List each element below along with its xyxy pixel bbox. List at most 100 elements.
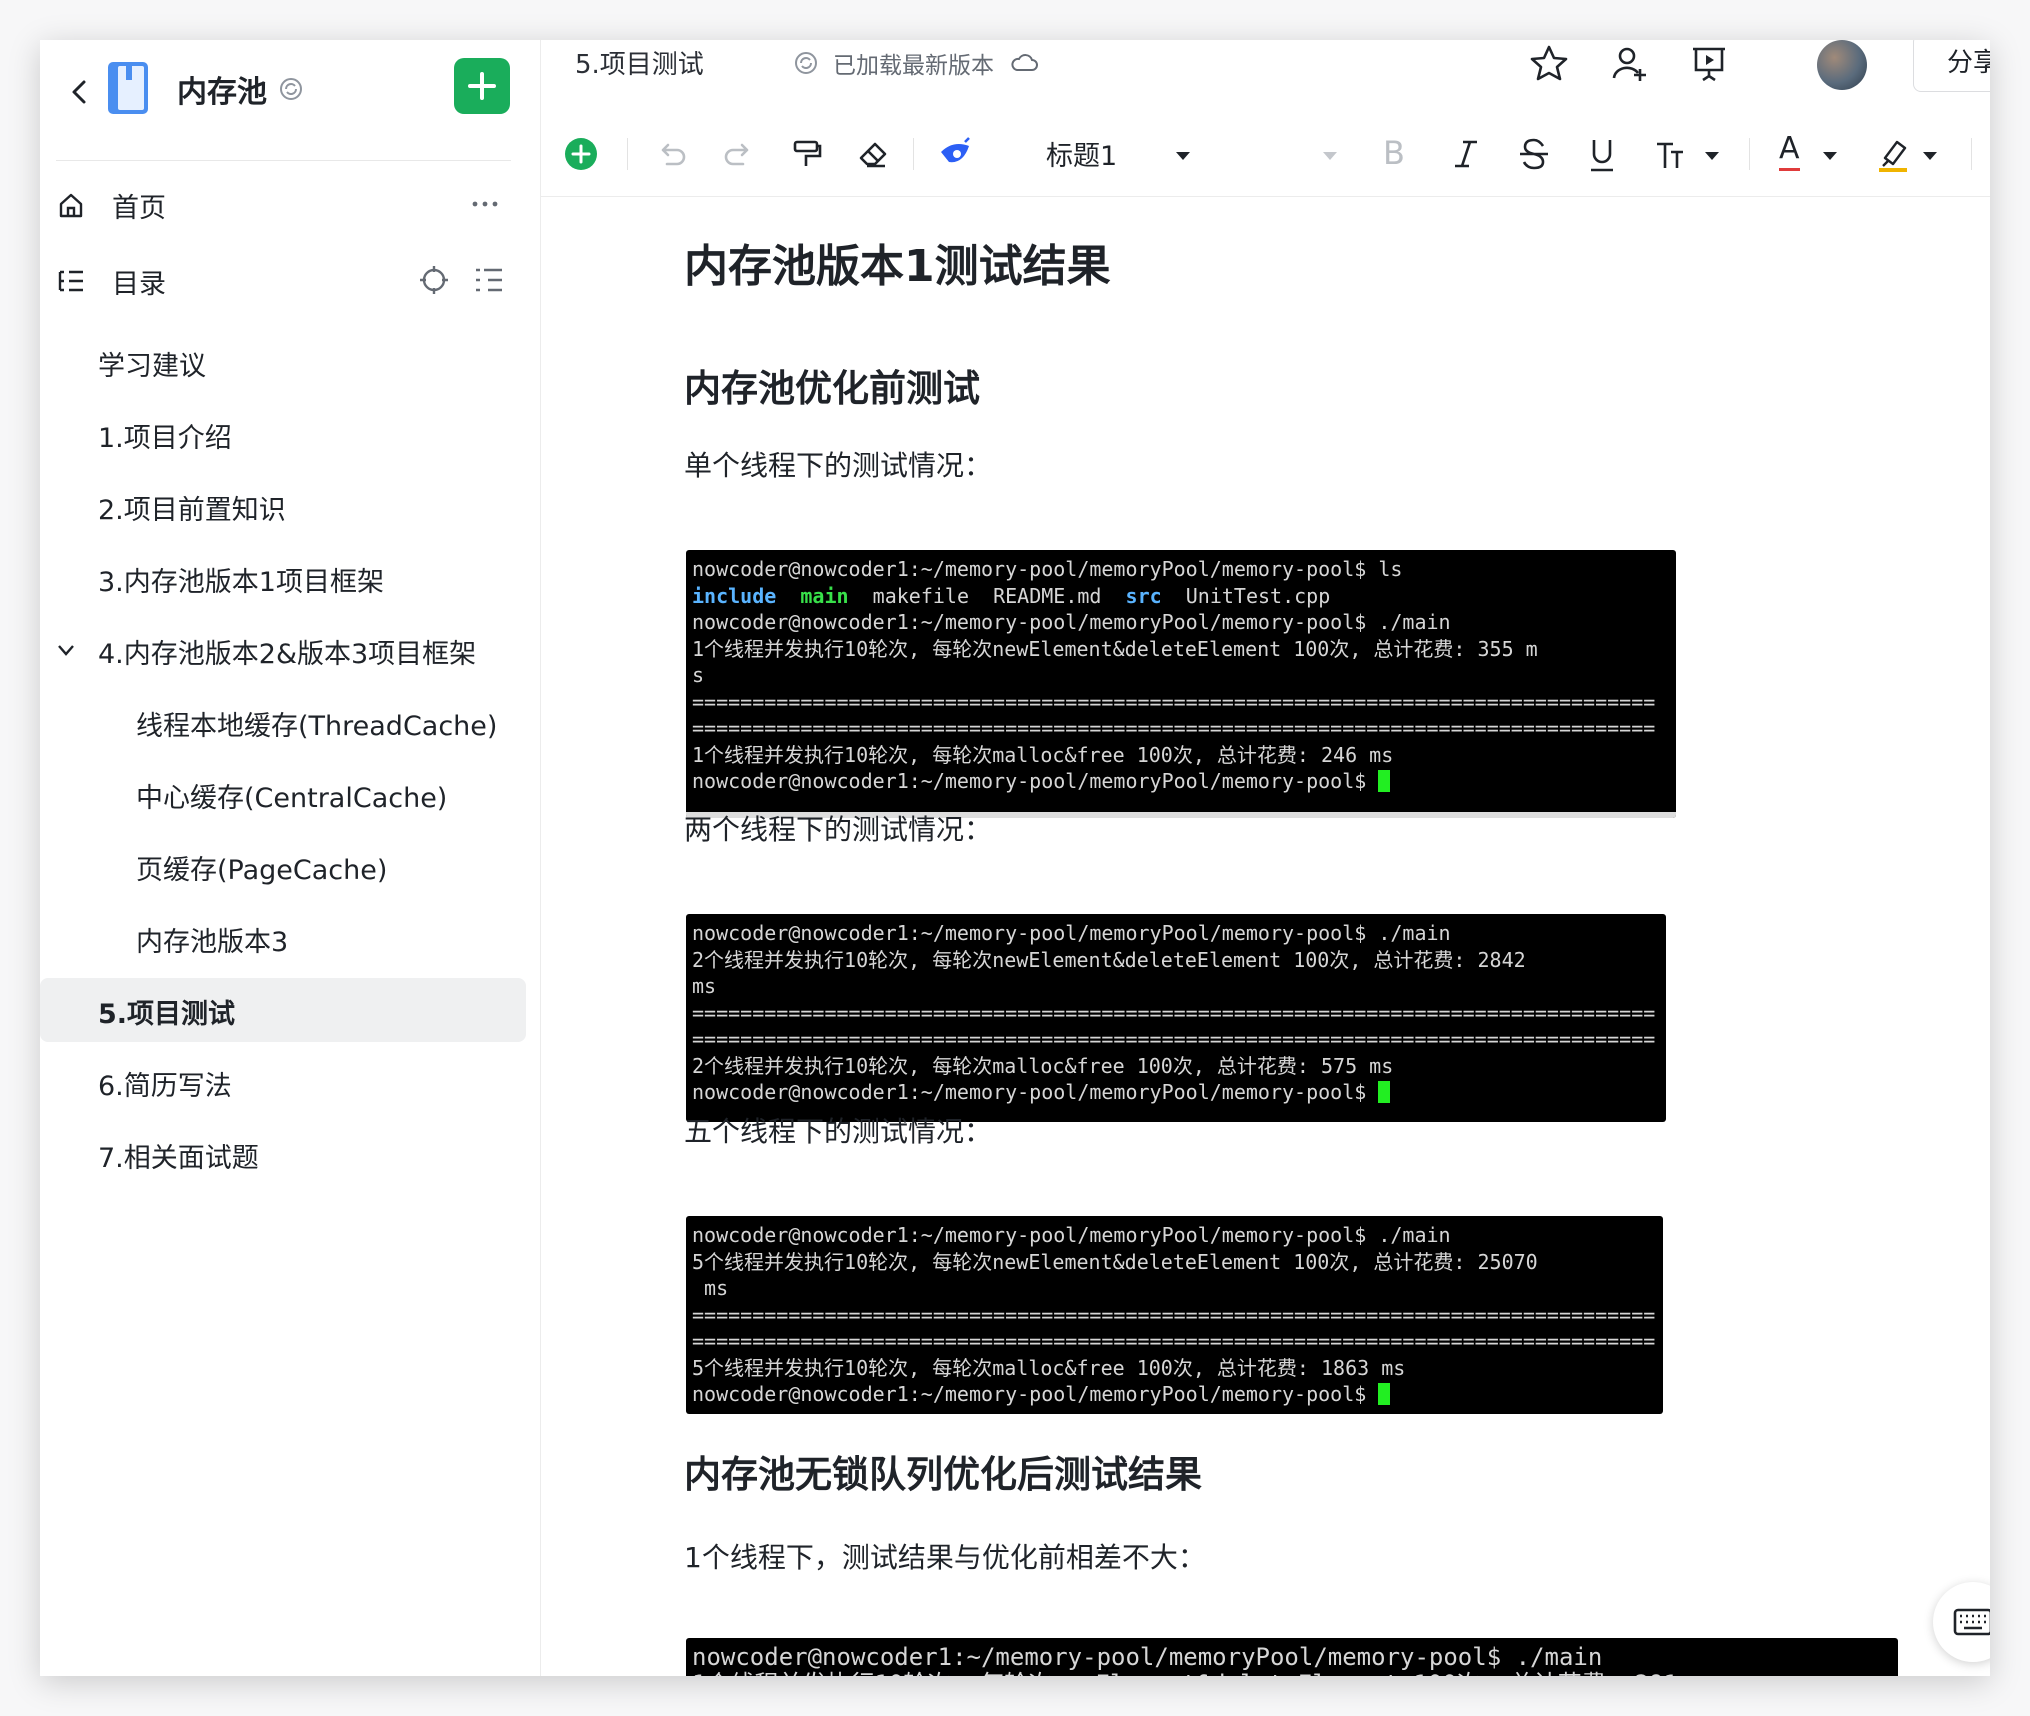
terminal-line: 2个线程并发执行10轮次, 每轮次malloc&free 100次, 总计花费:…	[692, 1053, 1394, 1078]
toc-icon	[58, 270, 83, 292]
heading-2-after: 内存池无锁队列优化后测试结果	[684, 1453, 1202, 1496]
terminal-line: ========================================…	[692, 1027, 1656, 1051]
chevron-down-icon	[1176, 152, 1190, 160]
cloud-icon	[1011, 54, 1038, 71]
undo-icon[interactable]	[653, 132, 689, 176]
nav-home[interactable]: 首页	[40, 174, 540, 234]
toc-item[interactable]: 中心缓存(CentralCache)	[40, 762, 540, 826]
underline-icon[interactable]	[1585, 132, 1619, 176]
terminal-line: nowcoder@nowcoder1:~/memory-pool/memoryP…	[692, 1079, 1666, 1106]
terminal-line: ========================================…	[692, 1000, 1656, 1025]
terminal-line: nowcoder@nowcoder1:~/memory-pool/memoryP…	[692, 768, 1676, 795]
terminal-line: nowcoder@nowcoder1:~/memory-pool/memoryP…	[692, 1643, 1603, 1671]
terminal-line: nowcoder@nowcoder1:~/memory-pool/memoryP…	[692, 921, 1451, 945]
chevron-down-icon[interactable]	[1703, 150, 1721, 162]
toc-item[interactable]: 1.项目介绍	[40, 402, 540, 466]
nav-toc[interactable]: 目录	[40, 250, 540, 310]
toc-item-label: 内存池版本3	[136, 927, 289, 958]
chevron-down-icon[interactable]	[1921, 150, 1939, 162]
toc-item-label: 1.项目介绍	[98, 423, 232, 454]
insert-plus-icon[interactable]	[563, 132, 599, 176]
knowledge-base-title[interactable]: 内存池	[177, 67, 267, 111]
terminal-line: s	[692, 663, 705, 687]
toc-item[interactable]: 4.内存池版本2&版本3项目框架	[40, 618, 540, 682]
terminal-line: nowcoder@nowcoder1:~/memory-pool/memoryP…	[692, 610, 1451, 634]
toc-item-label: 学习建议	[98, 351, 206, 382]
toc-item[interactable]: 7.相关面试题	[40, 1122, 540, 1186]
terminal-screenshot-3: nowcoder@nowcoder1:~/memory-pool/memoryP…	[686, 1216, 1663, 1414]
terminal-line: ========================================…	[692, 716, 1656, 740]
terminal-cursor	[1378, 1081, 1391, 1103]
heading-2-before: 内存池优化前测试	[684, 367, 980, 410]
toc-item[interactable]: 6.简历写法	[40, 1050, 540, 1114]
star-icon[interactable]	[1527, 42, 1571, 86]
toc-item[interactable]: 页缓存(PageCache)	[40, 834, 540, 898]
toc-item-label: 页缓存(PageCache)	[136, 855, 388, 886]
more-icon[interactable]	[470, 192, 500, 216]
format-painter-icon[interactable]	[789, 132, 825, 176]
list-icon[interactable]	[474, 266, 504, 294]
chevron-down-icon[interactable]	[1821, 150, 1839, 162]
present-icon[interactable]	[1687, 42, 1731, 86]
terminal-ls-output: include main makefile README.md src Unit…	[692, 583, 1331, 608]
toc-item-label: 3.内存池版本1项目框架	[98, 567, 384, 598]
save-status: 已加载最新版本	[833, 53, 994, 79]
sidebar-divider	[56, 160, 511, 161]
target-icon[interactable]	[418, 264, 450, 296]
terminal-cursor	[1378, 1383, 1391, 1405]
toc-item-label: 4.内存池版本2&版本3项目框架	[98, 639, 477, 670]
user-avatar[interactable]	[1817, 40, 1867, 90]
toc-item[interactable]: 2.项目前置知识	[40, 474, 540, 538]
strikethrough-icon[interactable]	[1517, 132, 1551, 176]
sidebar-header: 内存池	[40, 40, 540, 165]
toolbar-separator	[913, 138, 914, 170]
app-window: 内存池 首页 目录 学习建议 1.项目介绍 2.项目前置知识 3.内存池版本1项…	[40, 40, 1990, 1676]
toc-item-label: 2.项目前置知识	[98, 495, 286, 526]
eraser-icon[interactable]	[855, 132, 891, 176]
heading-1: 内存池版本1测试结果	[684, 241, 1111, 292]
highlight-icon[interactable]	[1875, 132, 1911, 176]
terminal-line: 1个线程并发执行10轮次, 每轮次newElement&deleteElemen…	[692, 1669, 1898, 1677]
toc-item[interactable]: 3.内存池版本1项目框架	[40, 546, 540, 610]
keyboard-button[interactable]	[1933, 1582, 1990, 1662]
toc-item[interactable]: 学习建议	[40, 330, 540, 394]
nav-home-label: 首页	[112, 193, 166, 224]
format-toolbar: 标题1 B A	[541, 112, 1990, 197]
toc-item-label: 5.项目测试	[98, 999, 236, 1030]
sync-status-icon	[795, 52, 817, 74]
heading-select[interactable]: 标题1	[1046, 134, 1117, 173]
toc-item[interactable]: 线程本地缓存(ThreadCache)	[40, 690, 540, 754]
terminal-cursor	[1378, 770, 1391, 792]
toc-item[interactable]: 5.项目测试	[40, 978, 526, 1042]
font-size-icon[interactable]	[1653, 132, 1687, 176]
italic-icon[interactable]	[1449, 132, 1483, 176]
terminal-screenshot-1: nowcoder@nowcoder1:~/memory-pool/memoryP…	[686, 550, 1676, 818]
terminal-screenshot-4: nowcoder@nowcoder1:~/memory-pool/memoryP…	[686, 1638, 1898, 1676]
top-bar: 5.项目测试 已加载最新版本 分享	[541, 40, 1990, 112]
toolbar-separator	[1749, 138, 1750, 170]
terminal-line: 2个线程并发执行10轮次, 每轮次newElement&deleteElemen…	[692, 947, 1526, 972]
terminal-line: ========================================…	[692, 1302, 1656, 1327]
redo-icon[interactable]	[721, 132, 757, 176]
terminal-line: ========================================…	[692, 1329, 1656, 1353]
share-button[interactable]: 分享	[1913, 40, 1990, 92]
ai-icon[interactable]	[935, 132, 975, 176]
bold-button[interactable]: B	[1383, 134, 1405, 178]
terminal-line: 1个线程并发执行10轮次, 每轮次malloc&free 100次, 总计花费:…	[692, 742, 1394, 767]
chevron-down-icon[interactable]	[56, 642, 76, 658]
add-user-icon[interactable]	[1607, 42, 1651, 86]
terminal-screenshot-2: nowcoder@nowcoder1:~/memory-pool/memoryP…	[686, 914, 1666, 1122]
toc-item[interactable]: 内存池版本3	[40, 906, 540, 970]
sync-icon	[280, 78, 302, 100]
paragraph-two-threads: 两个线程下的测试情况：	[684, 813, 993, 846]
add-button[interactable]	[454, 58, 510, 114]
sidebar: 内存池 首页 目录 学习建议 1.项目介绍 2.项目前置知识 3.内存池版本1项…	[40, 40, 541, 1676]
document-title[interactable]: 5.项目测试	[575, 44, 704, 81]
toc-item-label: 6.简历写法	[98, 1071, 232, 1102]
terminal-line: nowcoder@nowcoder1:~/memory-pool/memoryP…	[692, 1223, 1451, 1247]
toc-item-label: 线程本地缓存(ThreadCache)	[136, 711, 498, 742]
text-color-button[interactable]: A	[1779, 132, 1800, 171]
back-icon[interactable]	[60, 72, 100, 112]
terminal-line: nowcoder@nowcoder1:~/memory-pool/memoryP…	[692, 1381, 1663, 1408]
terminal-line: 5个线程并发执行10轮次, 每轮次malloc&free 100次, 总计花费:…	[692, 1355, 1406, 1380]
